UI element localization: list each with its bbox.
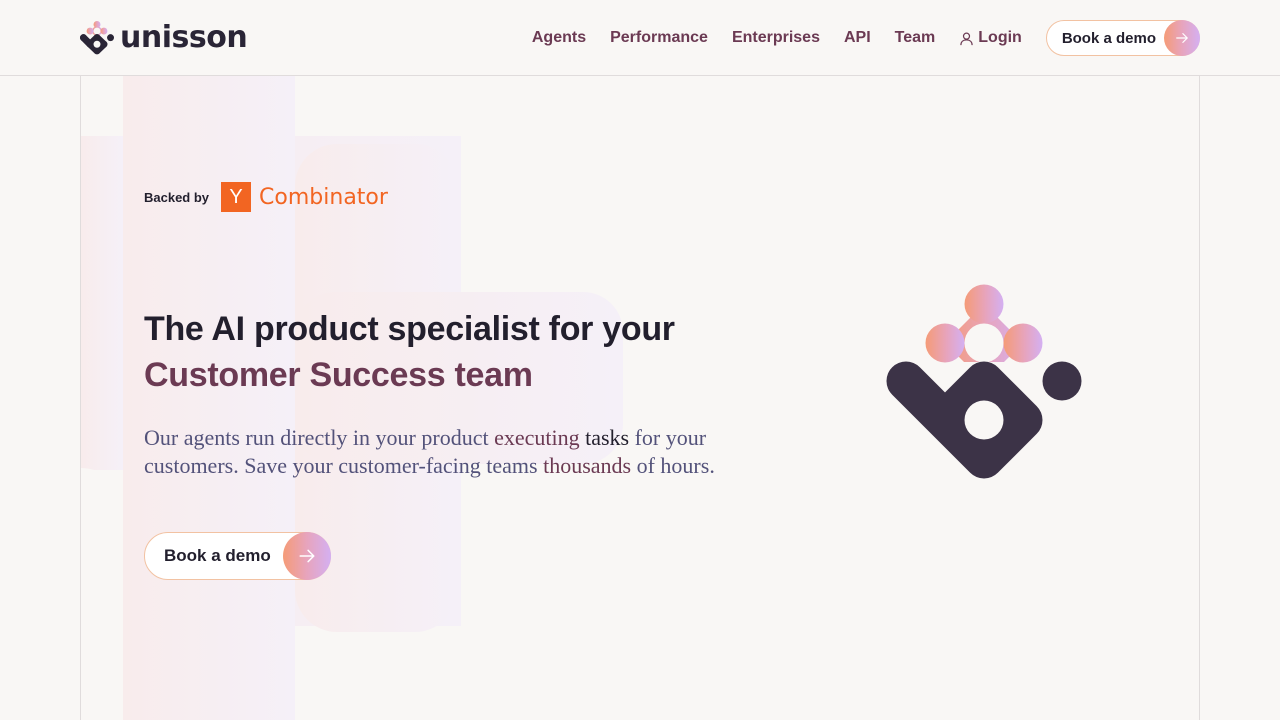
hero-headline-line2: Customer Success team <box>144 356 533 394</box>
hero-book-demo-label: Book a demo <box>164 546 271 565</box>
hero-subtitle-part1: Our agents run directly in your product <box>144 425 495 450</box>
backed-by: Backed by Y Combinator <box>144 182 388 212</box>
unisson-mark-icon <box>886 284 1082 479</box>
nav-link-performance[interactable]: Performance <box>610 29 708 47</box>
nav-book-demo-label: Book a demo <box>1061 29 1156 47</box>
nav-links: Agents Performance Enterprises API Team … <box>532 20 1200 56</box>
arrow-right-icon <box>282 532 331 580</box>
brand-logo[interactable]: unisson <box>80 20 248 56</box>
hero-headline: The AI product specialist for your Custo… <box>144 306 784 398</box>
hero-subtitle-highlight-thousands: thousands <box>543 453 632 478</box>
login-link[interactable]: Login <box>959 29 1022 47</box>
nav-book-demo-button[interactable]: Book a demo <box>1045 20 1200 56</box>
user-icon <box>960 32 973 45</box>
nav-link-agents[interactable]: Agents <box>532 29 586 47</box>
hero-headline-line1: The AI product specialist for your <box>144 310 675 348</box>
hero-subtitle: Our agents run directly in your product … <box>144 424 764 480</box>
arrow-right-icon <box>1164 20 1200 56</box>
hero-book-demo-button[interactable]: Book a demo <box>144 532 331 580</box>
nav-link-team[interactable]: Team <box>895 29 936 47</box>
hero-subtitle-highlight-tasks: tasks <box>585 425 630 450</box>
hero-subtitle-part4: of hours. <box>631 453 715 478</box>
top-navbar: unisson Agents Performance Enterprises A… <box>0 0 1280 76</box>
hero-subtitle-highlight-executing: executing <box>494 425 580 450</box>
nav-link-api[interactable]: API <box>844 29 871 47</box>
backed-by-label: Backed by <box>144 189 210 205</box>
login-label: Login <box>978 29 1022 46</box>
brand-name: unisson <box>120 20 248 55</box>
nav-link-enterprises[interactable]: Enterprises <box>732 29 820 47</box>
y-combinator-name: Combinator <box>259 184 388 210</box>
y-combinator-logo-icon: Y <box>221 182 252 212</box>
unisson-logo-icon <box>80 21 114 55</box>
